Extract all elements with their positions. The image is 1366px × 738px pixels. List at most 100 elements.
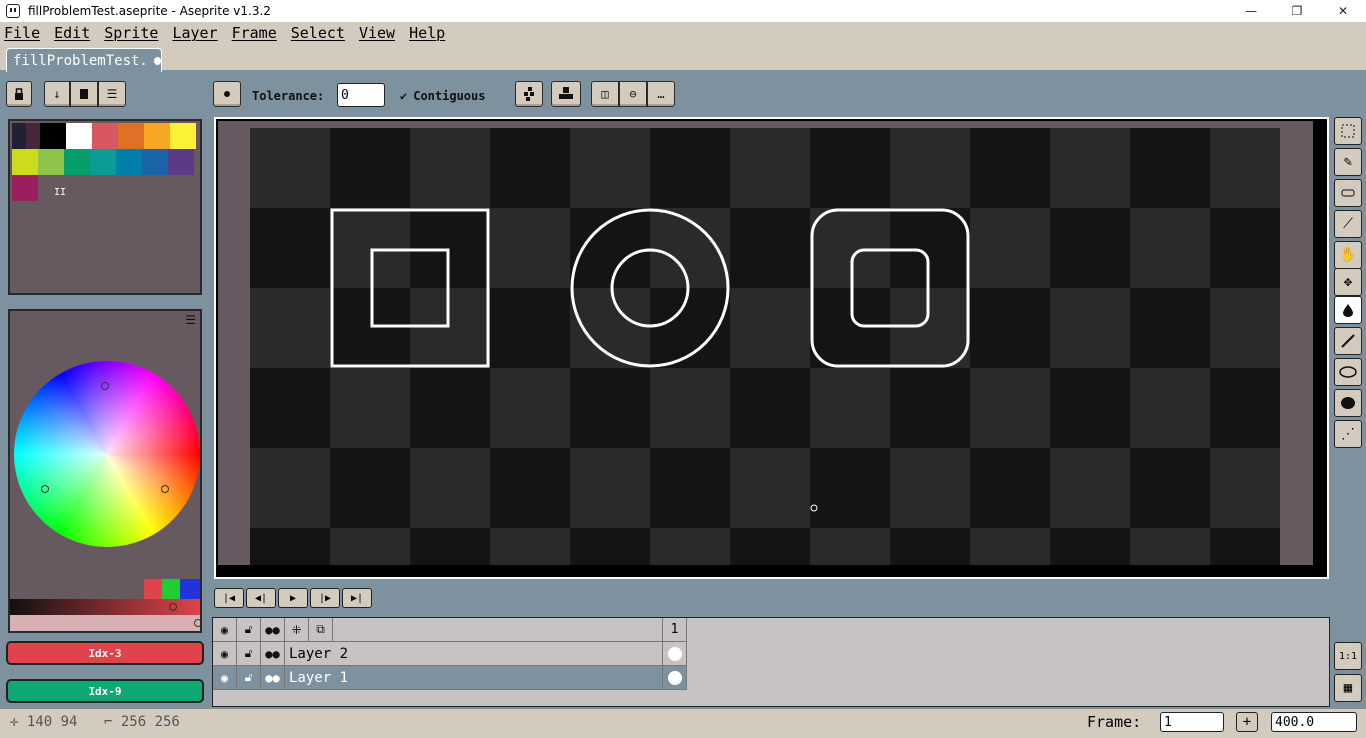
last-frame-button[interactable]: ▶| <box>342 588 372 608</box>
tool-paint-bucket[interactable] <box>1334 296 1362 324</box>
layer-group-icon[interactable]: ⧉ <box>309 618 333 642</box>
symmetry-vertical-button[interactable]: ◫ <box>591 81 619 107</box>
tool-ellipse[interactable] <box>1334 358 1362 386</box>
palette-swatch[interactable] <box>12 149 38 175</box>
palette-swatch[interactable] <box>40 123 66 149</box>
visibility-header-icon[interactable]: ◉ <box>213 618 237 642</box>
tool-eyedropper[interactable]: ⟋ <box>1334 210 1362 238</box>
continuous-icon[interactable]: ⁜ <box>285 618 309 642</box>
background-color-label: Idx-9 <box>88 684 122 698</box>
symmetry-horizontal-button[interactable]: ⊖ <box>619 81 647 107</box>
wheel-picker-green[interactable] <box>101 382 109 390</box>
menu-view[interactable]: View <box>359 24 395 42</box>
menu-frame[interactable]: Frame <box>232 24 277 42</box>
tool-blur[interactable] <box>1334 389 1362 417</box>
window-title: fillProblemTest.aseprite - Aseprite v1.3… <box>28 4 271 18</box>
tool-spray[interactable]: ⋰ <box>1334 420 1362 448</box>
lock-palette-button[interactable] <box>6 81 32 107</box>
menu-edit[interactable]: Edit <box>54 24 90 42</box>
tool-pencil[interactable]: ✎ <box>1334 148 1362 176</box>
zoom-input[interactable] <box>1271 712 1357 732</box>
palette-menu-button[interactable]: ☰ <box>98 81 126 107</box>
tolerance-input[interactable] <box>337 83 385 107</box>
maximize-button[interactable]: ❐ <box>1274 0 1320 22</box>
prev-frame-icon: ◀| <box>254 592 268 604</box>
next-frame-icon: |▶ <box>318 592 332 604</box>
menu-layer[interactable]: Layer <box>172 24 217 42</box>
tool-eraser[interactable] <box>1334 179 1362 207</box>
lock-header-icon[interactable]: 🔓︎ <box>237 618 261 642</box>
menu-sprite[interactable]: Sprite <box>104 24 158 42</box>
editor-canvas[interactable] <box>218 121 1313 565</box>
palette-swatch[interactable] <box>12 175 38 201</box>
continuous-layer-icon[interactable]: ●● <box>261 666 285 690</box>
palette-swatch[interactable] <box>168 149 194 175</box>
contiguous-checkbox[interactable]: ✔ Contiguous <box>400 89 485 103</box>
first-frame-button[interactable]: |◀ <box>214 588 244 608</box>
palette-swatch[interactable] <box>144 123 170 149</box>
menu-help[interactable]: Help <box>409 24 445 42</box>
new-frame-button[interactable]: + <box>1236 712 1258 732</box>
palette-swatch[interactable] <box>64 149 90 175</box>
lock-icon <box>15 88 23 100</box>
wheel-menu-icon[interactable]: ☰ <box>185 313 196 327</box>
modified-dot-icon[interactable] <box>153 56 161 65</box>
palette-swatch[interactable] <box>38 149 64 175</box>
menu-select[interactable]: Select <box>291 24 345 42</box>
layer-name[interactable]: Layer 2 <box>285 642 663 666</box>
play-button[interactable]: ▶ <box>278 588 308 608</box>
palette-swatch[interactable] <box>26 123 40 149</box>
timeline-toggle-button[interactable]: ▦ <box>1334 674 1362 702</box>
palette-swatch[interactable] <box>66 123 92 149</box>
eye-icon[interactable]: ◉ <box>213 642 237 666</box>
palette-import-button[interactable]: ↓ <box>44 81 70 107</box>
palette-swatch[interactable] <box>170 123 196 149</box>
background-color-button[interactable]: Idx-9 <box>6 679 204 703</box>
layer-row-selected[interactable]: ◉ 🔓︎ ●● Layer 1 <box>213 666 687 690</box>
onion-skin-icon[interactable]: ●● <box>261 618 285 642</box>
cel[interactable] <box>663 642 687 666</box>
document-tab[interactable]: fillProblemTest. <box>6 48 162 72</box>
unlock-icon[interactable]: 🔓︎ <box>237 666 261 690</box>
frame-label: Frame: <box>1087 713 1142 731</box>
continuous-layer-icon[interactable]: ●● <box>261 642 285 666</box>
brush-type-button[interactable] <box>213 81 241 107</box>
palette-options-button[interactable] <box>70 81 98 107</box>
tool-move[interactable]: ✥ <box>1334 268 1362 296</box>
pixel-ratio-button[interactable]: 1:1 <box>1334 642 1362 670</box>
play-icon: ▶ <box>289 592 297 604</box>
menu-file[interactable]: File <box>4 24 40 42</box>
shade-strip[interactable] <box>10 579 200 631</box>
check-icon: ✔ <box>400 89 408 103</box>
pixel-connectivity-button[interactable] <box>515 81 543 107</box>
palette-swatch[interactable] <box>92 123 118 149</box>
frame-header[interactable]: 1 <box>663 618 687 642</box>
wheel-picker-red[interactable] <box>161 485 169 493</box>
layer-row[interactable]: ◉ 🔓︎ ●● Layer 2 <box>213 642 687 666</box>
frame-input[interactable] <box>1160 712 1224 732</box>
palette-swatch[interactable] <box>116 149 142 175</box>
palette-swatch[interactable] <box>142 149 168 175</box>
sample-layer-button[interactable] <box>551 81 581 107</box>
wheel-picker-blue[interactable] <box>41 485 49 493</box>
close-button[interactable]: ✕ <box>1320 0 1366 22</box>
cursor-position: ✛ 140 94 <box>10 714 77 730</box>
sprite-canvas[interactable] <box>250 128 1280 565</box>
palette-swatch[interactable] <box>90 149 116 175</box>
layer-name[interactable]: Layer 1 <box>285 666 663 690</box>
palette-swatch[interactable] <box>12 123 26 149</box>
palette-swatch[interactable] <box>118 123 144 149</box>
cel[interactable] <box>663 666 687 690</box>
more-options-button[interactable]: … <box>647 81 675 107</box>
eye-icon[interactable]: ◉ <box>213 666 237 690</box>
unlock-icon[interactable]: 🔓︎ <box>237 642 261 666</box>
prev-frame-button[interactable]: ◀| <box>246 588 276 608</box>
minimize-button[interactable]: — <box>1228 0 1274 22</box>
spray-icon: ⋰ <box>1341 426 1355 442</box>
tool-hand[interactable]: ✋ <box>1334 241 1362 269</box>
tool-rect-marquee[interactable] <box>1334 117 1362 145</box>
next-frame-button[interactable]: |▶ <box>310 588 340 608</box>
foreground-color-button[interactable]: Idx-3 <box>6 641 204 665</box>
timeline-header: ◉ 🔓︎ ●● ⁜ ⧉ 1 <box>213 618 687 642</box>
tool-line[interactable] <box>1334 327 1362 355</box>
